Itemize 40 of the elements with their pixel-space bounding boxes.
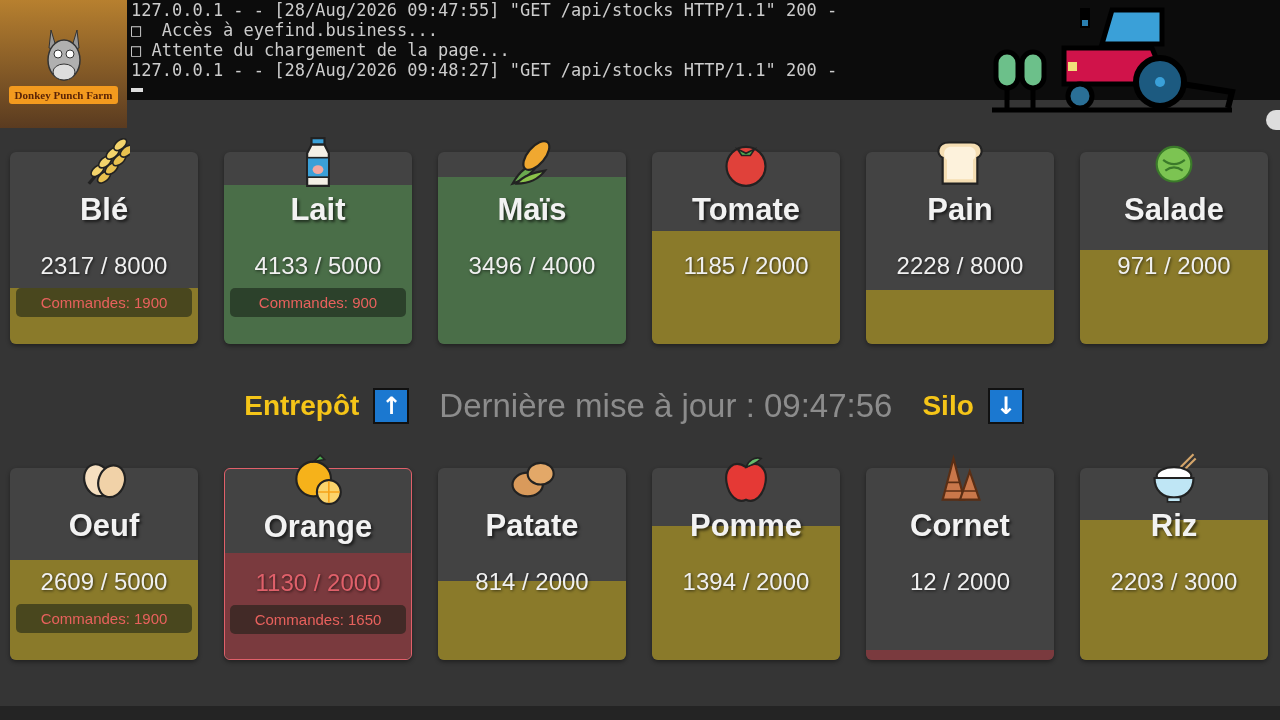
orders-label: Commandes: 900 — [230, 288, 406, 317]
orders-label: Commandes: 1650 — [230, 605, 406, 634]
product-name: Lait — [290, 192, 346, 228]
silo-label: Silo — [922, 390, 974, 422]
orders-label: Commandes: 1900 — [16, 288, 192, 317]
product-name: Orange — [263, 509, 373, 545]
product-name: Patate — [485, 508, 579, 544]
citrus-fruit-icon — [292, 453, 344, 505]
terminal-line: □ Accès à eyefind.business... — [131, 20, 440, 40]
stock-amount: 1130 / 2000 — [255, 569, 381, 597]
product-name: Pain — [927, 192, 993, 228]
product-name: Salade — [1124, 192, 1224, 228]
last-update-text: Dernière mise à jour : 09:47:56 — [439, 387, 893, 425]
product-name: Blé — [79, 192, 129, 228]
terminal-line: 127.0.0.1 - - [28/Aug/2026 09:47:55] "GET /api/stocks HTTP/1.1" 200 - — [131, 0, 839, 20]
logo-banner: Donkey Punch Farm — [8, 86, 119, 104]
stock-amount: 4133 / 5000 — [254, 252, 382, 280]
stock-amount: 2228 / 8000 — [896, 252, 1024, 280]
product-name: Cornet — [910, 508, 1010, 544]
stock-amount: 2203 / 3000 — [1110, 568, 1238, 596]
terminal-line: □ Attente du chargement de la page... — [131, 40, 511, 60]
product-name: Oeuf — [68, 508, 140, 544]
stock-amount: 1394 / 2000 — [682, 568, 810, 596]
warehouse-button[interactable]: ↑ — [373, 388, 410, 424]
terminal-line: 127.0.0.1 - - [28/Aug/2026 09:48:27] "GET /api/stocks HTTP/1.1" 200 - — [131, 60, 839, 80]
stock-amount: 1185 / 2000 — [683, 252, 809, 280]
stock-amount: 971 / 2000 — [1117, 252, 1231, 280]
orders-label: Commandes: 1900 — [16, 604, 192, 633]
stock-amount: 814 / 2000 — [475, 568, 589, 596]
stock-amount: 2317 / 8000 — [40, 252, 168, 280]
terminal-cursor — [131, 88, 143, 92]
product-name: Tomate — [692, 192, 800, 228]
stock-amount: 3496 / 4000 — [468, 252, 596, 280]
product-name: Riz — [1150, 508, 1198, 544]
silo-button[interactable]: ↓ — [987, 388, 1024, 424]
warehouse-label: Entrepôt — [244, 390, 360, 422]
product-name: Maïs — [497, 192, 567, 228]
stock-amount: 2609 / 5000 — [40, 568, 168, 596]
product-name: Pomme — [690, 508, 802, 544]
stock-amount: 12 / 2000 — [909, 568, 1011, 596]
